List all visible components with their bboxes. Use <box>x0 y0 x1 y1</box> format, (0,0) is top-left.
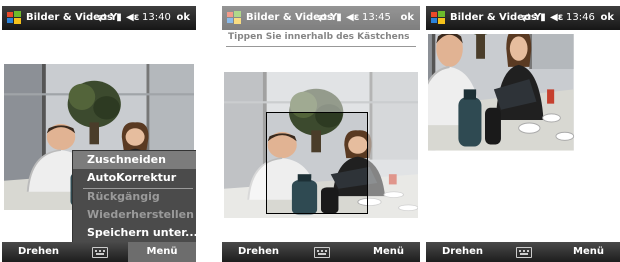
menu-item-speichern-unter[interactable]: Speichern unter... <box>73 224 196 242</box>
softkey-bar: Drehen Menü <box>222 242 420 262</box>
sync-arrows-icon[interactable]: ⇄ <box>98 6 107 30</box>
softkey-drehen[interactable]: Drehen <box>18 242 59 262</box>
title-bar: Bilder & Videos ⇄ Y▮ ◀ε 13:40 ok <box>2 6 196 30</box>
ok-button[interactable]: ok <box>400 6 414 30</box>
speaker-icon[interactable]: ◀ε <box>126 6 139 30</box>
menu-item-wiederherstellen: Wiederherstellen <box>87 208 194 221</box>
phone-screen-menu: Bilder & Videos ⇄ Y▮ ◀ε 13:40 ok Zuschne… <box>2 0 196 262</box>
softkey-drehen[interactable]: Drehen <box>238 242 279 262</box>
clock-time[interactable]: 13:40 <box>142 6 171 30</box>
crop-selection-box[interactable] <box>266 112 368 214</box>
menu-item-rueckgaengig: Rückgängig <box>87 190 160 203</box>
softkey-menu[interactable]: Menü <box>573 242 604 262</box>
softkey-bar: Drehen Menü <box>2 242 196 262</box>
signal-strength-icon[interactable]: Y▮ <box>330 6 342 30</box>
clock-time[interactable]: 13:45 <box>362 6 391 30</box>
sync-arrows-icon[interactable]: ⇄ <box>522 6 531 30</box>
speaker-icon[interactable]: ◀ε <box>550 6 563 30</box>
clock-time[interactable]: 13:46 <box>566 6 595 30</box>
softkey-bar: Drehen Menü <box>426 242 620 262</box>
softkey-menu[interactable]: Menü <box>373 242 404 262</box>
speaker-icon[interactable]: ◀ε <box>346 6 359 30</box>
keyboard-icon[interactable] <box>516 247 532 258</box>
phone-screen-cropped: Bilder & Videos ⇄ Y▮ ◀ε 13:46 ok Drehen … <box>426 0 620 262</box>
windows-flag-icon[interactable] <box>5 9 23 27</box>
instruction-divider <box>226 46 416 47</box>
ok-button[interactable]: ok <box>176 6 190 30</box>
signal-strength-icon[interactable]: Y▮ <box>534 6 546 30</box>
softkey-menu[interactable]: Menü <box>128 242 196 262</box>
menu-item-zuschneiden[interactable]: Zuschneiden <box>73 151 196 169</box>
ok-button[interactable]: ok <box>600 6 614 30</box>
menu-item-autokorrektur[interactable]: AutoKorrektur <box>73 169 196 187</box>
photo-view[interactable] <box>428 34 618 238</box>
signal-strength-icon[interactable]: Y▮ <box>110 6 122 30</box>
phone-screen-crop: Bilder & Videos ⇄ Y▮ ◀ε 13:45 ok Tippen … <box>222 0 420 262</box>
keyboard-icon[interactable] <box>92 247 108 258</box>
context-menu: Zuschneiden AutoKorrektur Rückgängig Wie… <box>72 150 196 244</box>
windows-flag-icon[interactable] <box>225 9 243 27</box>
windows-flag-icon[interactable] <box>429 9 447 27</box>
sync-arrows-icon[interactable]: ⇄ <box>318 6 327 30</box>
title-bar: Bilder & Videos ⇄ Y▮ ◀ε 13:46 ok <box>426 6 620 30</box>
title-bar: Bilder & Videos ⇄ Y▮ ◀ε 13:45 ok <box>222 6 420 30</box>
crop-instruction: Tippen Sie innerhalb des Kästchens <box>228 32 410 42</box>
softkey-drehen[interactable]: Drehen <box>442 242 483 262</box>
keyboard-icon[interactable] <box>314 247 330 258</box>
